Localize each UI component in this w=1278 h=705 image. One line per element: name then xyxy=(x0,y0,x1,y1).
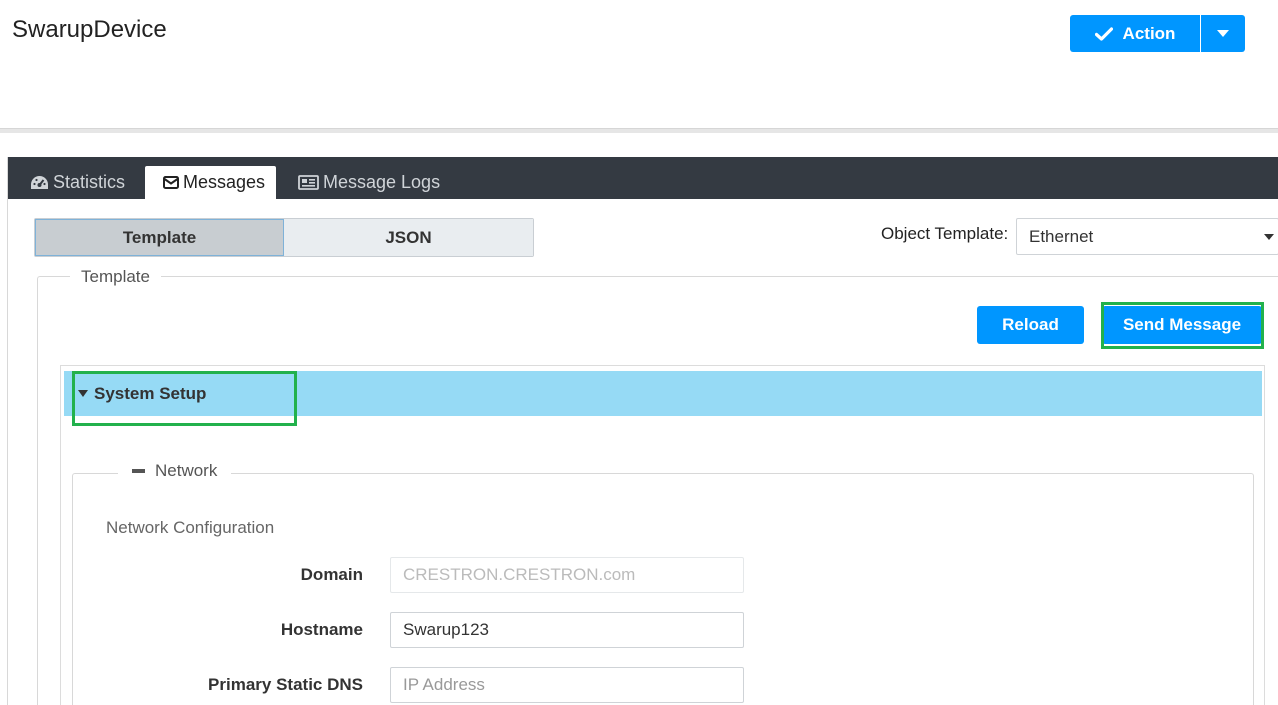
device-title: SwarupDevice xyxy=(12,16,167,43)
json-mode-button[interactable]: JSON xyxy=(284,219,533,256)
dashboard-icon xyxy=(31,175,48,189)
header-divider xyxy=(0,128,1278,133)
object-template-select[interactable]: Ethernet xyxy=(1016,218,1278,255)
network-legend[interactable]: Network xyxy=(118,461,232,481)
action-dropdown-toggle[interactable] xyxy=(1200,15,1245,52)
object-template-value: Ethernet xyxy=(1029,226,1094,246)
collapse-icon xyxy=(132,469,145,473)
domain-field xyxy=(390,557,744,593)
envelope-icon xyxy=(163,176,179,189)
caret-down-icon xyxy=(1264,234,1274,240)
tab-statistics[interactable]: Statistics xyxy=(30,166,125,199)
action-button[interactable]: Action xyxy=(1070,15,1200,52)
send-message-button[interactable]: Send Message xyxy=(1102,306,1262,344)
tab-message-logs[interactable]: Message Logs xyxy=(298,166,440,199)
network-configuration-title: Network Configuration xyxy=(106,518,275,537)
hostname-label: Hostname xyxy=(280,620,363,639)
reload-button[interactable]: Reload xyxy=(977,306,1084,344)
hostname-field[interactable] xyxy=(390,612,744,648)
tab-bar: Statistics Messages Message Logs xyxy=(8,157,1278,199)
caret-down-icon xyxy=(1217,29,1229,37)
primary-static-dns-label: Primary Static DNS xyxy=(208,675,363,694)
action-button-group: Action xyxy=(1070,15,1245,52)
check-icon xyxy=(1094,26,1113,41)
mode-toggle: Template JSON xyxy=(34,218,534,257)
action-button-label: Action xyxy=(1122,23,1176,43)
system-setup-label: System Setup xyxy=(94,383,207,403)
tab-messages[interactable]: Messages xyxy=(145,166,276,199)
domain-label: Domain xyxy=(300,565,363,584)
object-template-label: Object Template: xyxy=(881,224,1009,243)
caret-down-icon xyxy=(78,390,88,397)
network-legend-label: Network xyxy=(155,461,218,480)
tab-statistics-label: Statistics xyxy=(53,172,126,192)
template-mode-button[interactable]: Template xyxy=(35,219,284,256)
template-legend: Template xyxy=(70,267,161,287)
newspaper-icon xyxy=(298,175,319,190)
tab-messages-label: Messages xyxy=(183,172,266,192)
tab-message-logs-label: Message Logs xyxy=(323,172,441,192)
primary-static-dns-field[interactable] xyxy=(390,667,744,703)
messages-panel: Statistics Messages Message Logs Templat… xyxy=(7,157,1278,705)
system-setup-header[interactable]: System Setup xyxy=(64,371,1262,416)
